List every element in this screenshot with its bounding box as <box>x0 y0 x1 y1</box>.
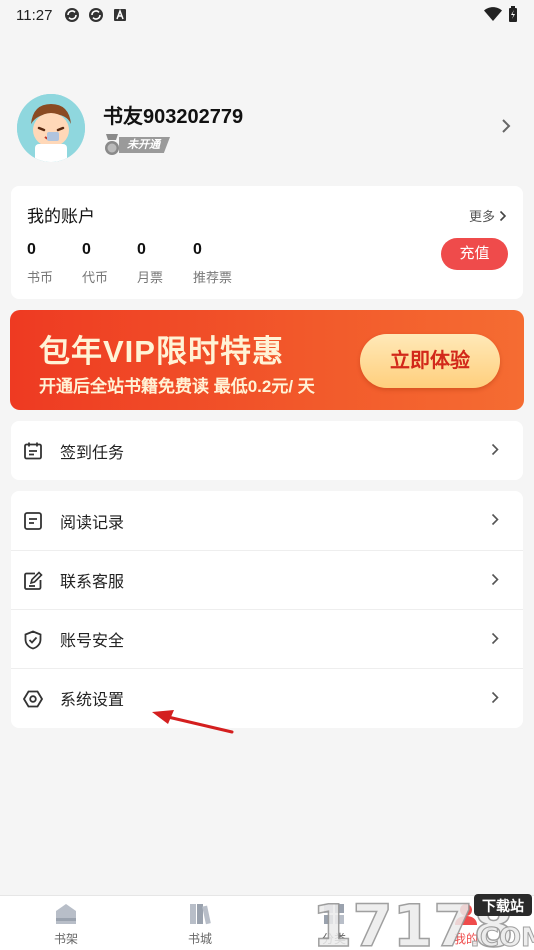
chevron-right-icon <box>491 632 499 645</box>
watermark-logo: 17178 下载站 .COM <box>312 891 534 950</box>
account-card: 我的账户 更多 0 书币 0 代币 0 月票 0 推荐票 充值 <box>11 186 523 299</box>
stat-monthly-tickets[interactable]: 0 月票 <box>137 241 163 286</box>
vip-medal-icon <box>105 134 119 155</box>
stat-recommend-tickets[interactable]: 0 推荐票 <box>193 241 232 286</box>
menu-item-label: 阅读记录 <box>60 514 125 532</box>
tab-bookshelf[interactable]: 书架 <box>36 902 96 947</box>
stat-label: 代币 <box>82 270 109 285</box>
stat-value: 0 <box>82 241 91 258</box>
menu-item-customer-service[interactable]: 联系客服 <box>11 550 523 609</box>
menu-item-label: 账号安全 <box>60 633 125 650</box>
watermark-suffix: .COM <box>470 923 534 950</box>
stat-value: 0 <box>27 241 36 258</box>
red-arrow-annotation <box>152 710 234 734</box>
banner-title: 包年VIP限时特惠 <box>39 334 284 369</box>
menu-item-account-security[interactable]: 账号安全 <box>11 609 523 668</box>
vip-status-label: 未开通 <box>119 137 170 153</box>
stat-tokens[interactable]: 0 代币 <box>82 241 108 286</box>
chevron-right-icon <box>491 691 499 704</box>
menu-item-label: 联系客服 <box>60 574 125 591</box>
menu-item-label: 签到任务 <box>60 444 125 462</box>
wifi-icon <box>484 7 502 21</box>
banner-subtitle: 开通后全站书籍免费读 最低0.2元/ 天 <box>39 377 315 396</box>
sync-icon <box>89 8 104 22</box>
menu-item-label: 系统设置 <box>60 692 125 709</box>
chevron-right-icon <box>502 119 511 133</box>
more-label: 更多 <box>468 209 495 224</box>
menu-item-reading-record[interactable]: 阅读记录 <box>11 491 523 550</box>
stat-coins[interactable]: 0 书币 <box>27 241 53 286</box>
status-bar: 11:27 <box>0 0 534 30</box>
settings-icon <box>23 690 43 708</box>
sync-icon <box>65 8 80 22</box>
edit-icon <box>24 571 43 590</box>
tab-bookstore[interactable]: 书城 <box>170 902 230 947</box>
bookshelf-icon <box>56 904 76 924</box>
stat-label: 月票 <box>137 270 164 285</box>
calendar-icon <box>24 442 42 460</box>
tab-label: 书城 <box>187 932 212 946</box>
vip-promo-banner[interactable]: 包年VIP限时特惠 开通后全站书籍免费读 最低0.2元/ 天 立即体验 <box>10 310 524 410</box>
chevron-right-icon <box>491 443 499 456</box>
bookstore-icon <box>190 904 211 925</box>
profile-header[interactable]: 书友903202779 未开通 <box>17 94 517 162</box>
try-now-button[interactable]: 立即体验 <box>360 334 500 388</box>
status-time: 11:27 <box>16 6 53 24</box>
stat-label: 书币 <box>27 270 54 285</box>
tab-label: 书架 <box>53 932 78 946</box>
menu-item-system-settings[interactable]: 系统设置 <box>11 668 523 727</box>
stat-value: 0 <box>137 241 146 258</box>
settings-menu-card: 阅读记录 联系客服 账号安全 系统设置 <box>11 491 523 728</box>
watermark-tag: 下载站 <box>482 898 524 915</box>
menu-item-signin[interactable]: 签到任务 <box>11 421 523 480</box>
avatar[interactable] <box>17 94 85 162</box>
account-more-link[interactable]: 更多 <box>469 206 507 225</box>
stat-label: 推荐票 <box>193 270 233 285</box>
signin-card: 签到任务 <box>11 421 523 480</box>
battery-icon <box>509 6 517 22</box>
a-icon <box>114 8 127 21</box>
chevron-right-icon <box>499 210 507 221</box>
reading-record-icon <box>24 512 42 530</box>
chevron-right-icon <box>491 513 499 526</box>
stat-value: 0 <box>193 241 202 258</box>
chevron-right-icon <box>491 573 499 586</box>
recharge-button[interactable]: 充值 <box>441 238 508 270</box>
account-title: 我的账户 <box>27 207 95 226</box>
username: 书友903202779 <box>103 106 244 128</box>
vip-status-badge: 未开通 <box>103 134 170 156</box>
shield-check-icon <box>24 630 42 650</box>
